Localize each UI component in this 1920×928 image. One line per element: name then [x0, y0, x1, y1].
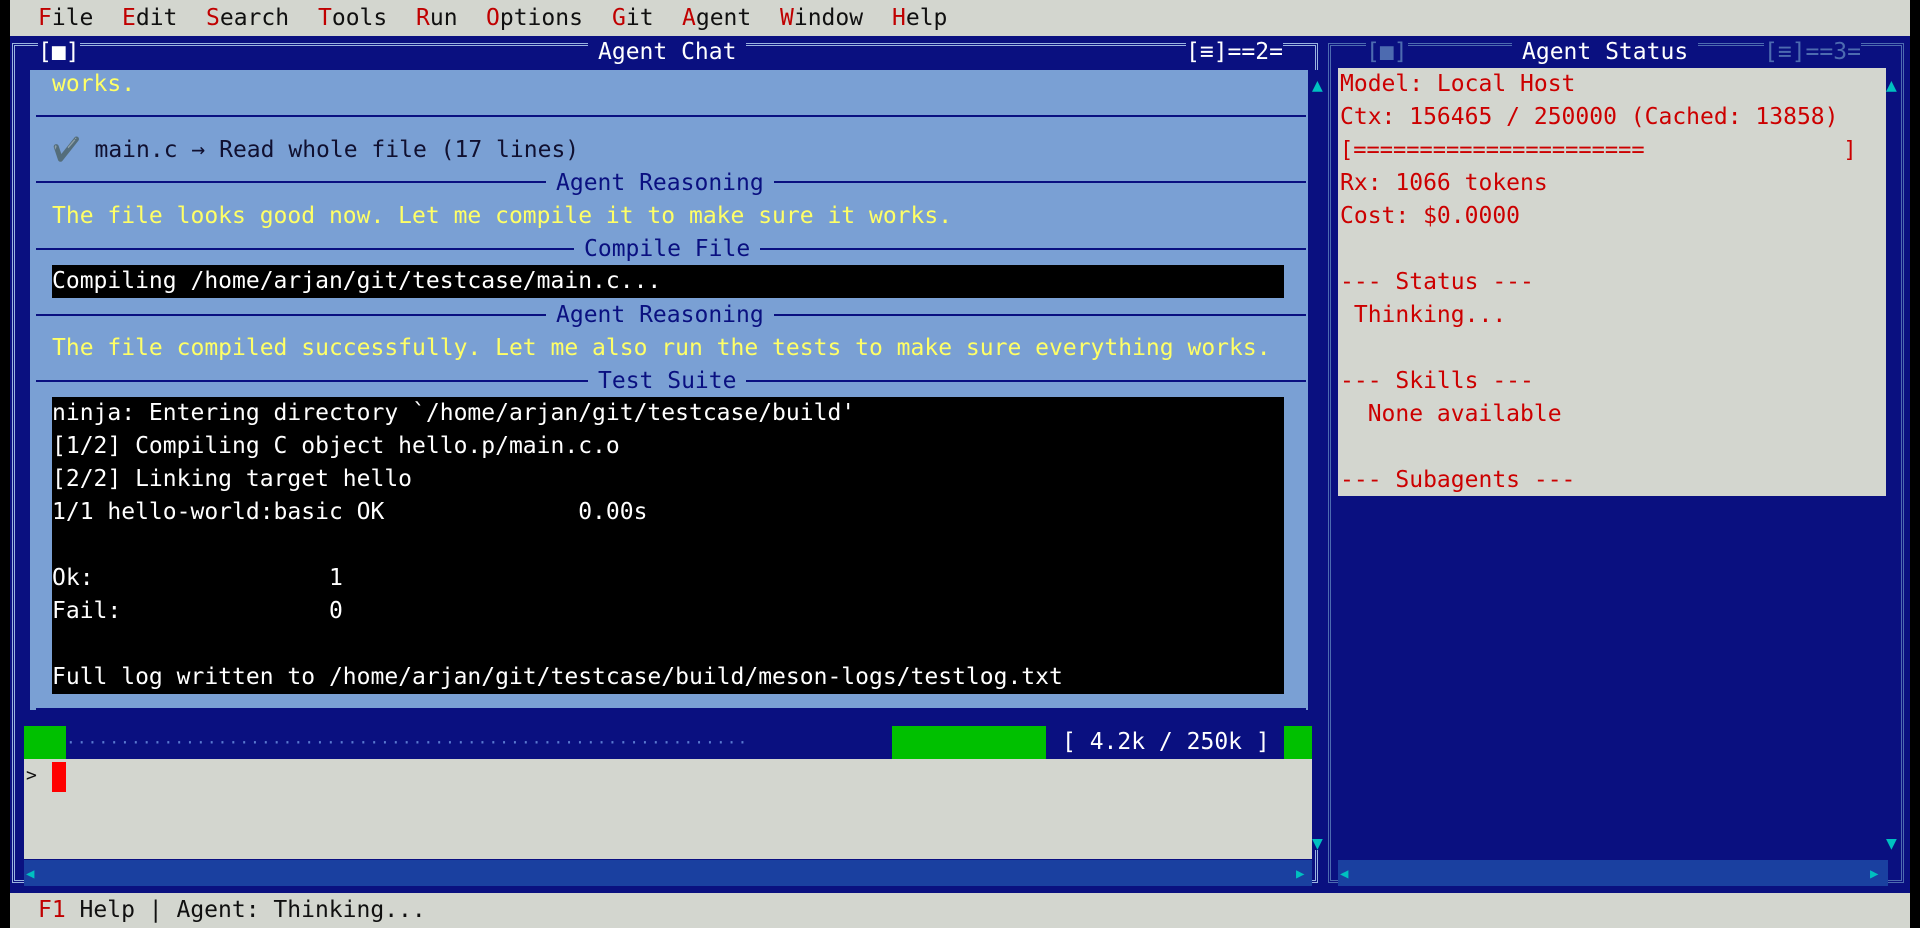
- progress-segment: [892, 726, 1046, 759]
- tool-read-result: ✔️ main.c → Read whole file (17 lines): [52, 137, 580, 163]
- chat-window-controls[interactable]: [≡]==2=: [1186, 36, 1283, 69]
- scroll-down-arrow-icon[interactable]: ▼: [1886, 834, 1897, 854]
- context-progress-bar: [====================== ]: [1340, 138, 1857, 163]
- scroll-down-arrow-icon[interactable]: ▼: [1312, 834, 1323, 854]
- menu-file[interactable]: File: [38, 2, 93, 35]
- compile-output: Compiling /home/arjan/git/testcase/main.…: [52, 265, 1284, 298]
- scroll-left-arrow-icon[interactable]: ◀: [26, 864, 34, 884]
- section-title-test-suite: Test Suite: [588, 365, 747, 398]
- menu-options[interactable]: Options: [486, 2, 583, 35]
- progress-segment: [1284, 726, 1312, 759]
- token-counter: [ 4.2k / 250k ]: [1062, 729, 1270, 755]
- status-scrollbar[interactable]: [1886, 68, 1900, 848]
- help-key: F1: [38, 897, 66, 923]
- chat-close-button[interactable]: [■]: [38, 36, 80, 69]
- reasoning-text: The file looks good now. Let me compile …: [52, 203, 953, 229]
- menu-git[interactable]: Git: [612, 2, 654, 35]
- menu-edit[interactable]: Edit: [122, 2, 177, 35]
- section-title-reasoning: Agent Reasoning: [546, 167, 774, 200]
- menu-search[interactable]: Search: [206, 2, 289, 35]
- menu-tools[interactable]: Tools: [318, 2, 387, 35]
- section-title-compile: Compile File: [574, 233, 761, 266]
- progress-segment: [24, 726, 66, 759]
- chat-horizontal-scrollbar[interactable]: [24, 860, 1312, 886]
- status-horizontal-scrollbar[interactable]: [1338, 860, 1888, 886]
- menu-run[interactable]: Run: [416, 2, 458, 35]
- scroll-up-arrow-icon[interactable]: ▲: [1886, 76, 1897, 96]
- test-output-line: 1/1 hello-world:basic OK 0.00s: [52, 499, 648, 525]
- chat-status-bar: ········································…: [24, 726, 1312, 759]
- status-model: Model: Local Host: [1340, 71, 1576, 97]
- status-dots: ········································…: [66, 733, 749, 752]
- separator: [36, 115, 1306, 117]
- compile-output-text: Compiling /home/arjan/git/testcase/main.…: [52, 268, 662, 294]
- help-hint[interactable]: F1 Help | Agent: Thinking...: [38, 894, 426, 927]
- status-window-controls[interactable]: [≡]==3=: [1764, 36, 1861, 69]
- menu-help[interactable]: Help: [892, 2, 947, 35]
- status-close-button[interactable]: [■]: [1366, 36, 1408, 69]
- skills-value: None available: [1340, 401, 1562, 427]
- status-heading: --- Status ---: [1340, 269, 1534, 295]
- prompt-glyph: >: [26, 765, 37, 786]
- scroll-up-arrow-icon[interactable]: ▲: [1312, 76, 1323, 96]
- scroll-right-arrow-icon[interactable]: ▶: [1870, 864, 1878, 884]
- bottom-status-bar: F1 Help | Agent: Thinking...: [10, 893, 1910, 928]
- menu-bar: File Edit Search Tools Run Options Git A…: [10, 0, 1910, 36]
- section-title-reasoning: Agent Reasoning: [546, 299, 774, 332]
- chat-scrollbar[interactable]: [1312, 70, 1326, 850]
- test-output-line: Fail: 0: [52, 598, 343, 624]
- chat-message-fragment: works.: [52, 71, 136, 97]
- test-output-line: ninja: Entering directory `/home/arjan/g…: [52, 400, 856, 426]
- subagents-heading: --- Subagents ---: [1340, 467, 1576, 493]
- test-output: ninja: Entering directory `/home/arjan/g…: [52, 397, 1284, 694]
- menu-window[interactable]: Window: [780, 2, 863, 35]
- scroll-left-arrow-icon[interactable]: ◀: [1340, 864, 1348, 884]
- status-rx: Rx: 1066 tokens: [1340, 170, 1548, 196]
- menu-agent[interactable]: Agent: [682, 2, 751, 35]
- chat-window-title: Agent Chat: [588, 36, 747, 69]
- status-value: Thinking...: [1340, 302, 1507, 328]
- skills-heading: --- Skills ---: [1340, 368, 1534, 394]
- chat-input-area[interactable]: [24, 759, 1312, 859]
- test-output-line: [1/2] Compiling C object hello.p/main.c.…: [52, 433, 620, 459]
- status-window-title: Agent Status: [1512, 36, 1699, 69]
- separator: [36, 708, 1306, 710]
- help-status-text: Help | Agent: Thinking...: [65, 897, 426, 923]
- test-output-line: Full log written to /home/arjan/git/test…: [52, 664, 1063, 690]
- scroll-right-arrow-icon[interactable]: ▶: [1296, 864, 1304, 884]
- test-output-line: Ok: 1: [52, 565, 343, 591]
- status-context: Ctx: 156465 / 250000 (Cached: 13858): [1340, 104, 1839, 130]
- text-cursor: [52, 762, 66, 792]
- test-output-line: [2/2] Linking target hello: [52, 466, 413, 492]
- reasoning-text: The file compiled successfully. Let me a…: [52, 335, 1271, 361]
- status-cost: Cost: $0.0000: [1340, 203, 1521, 229]
